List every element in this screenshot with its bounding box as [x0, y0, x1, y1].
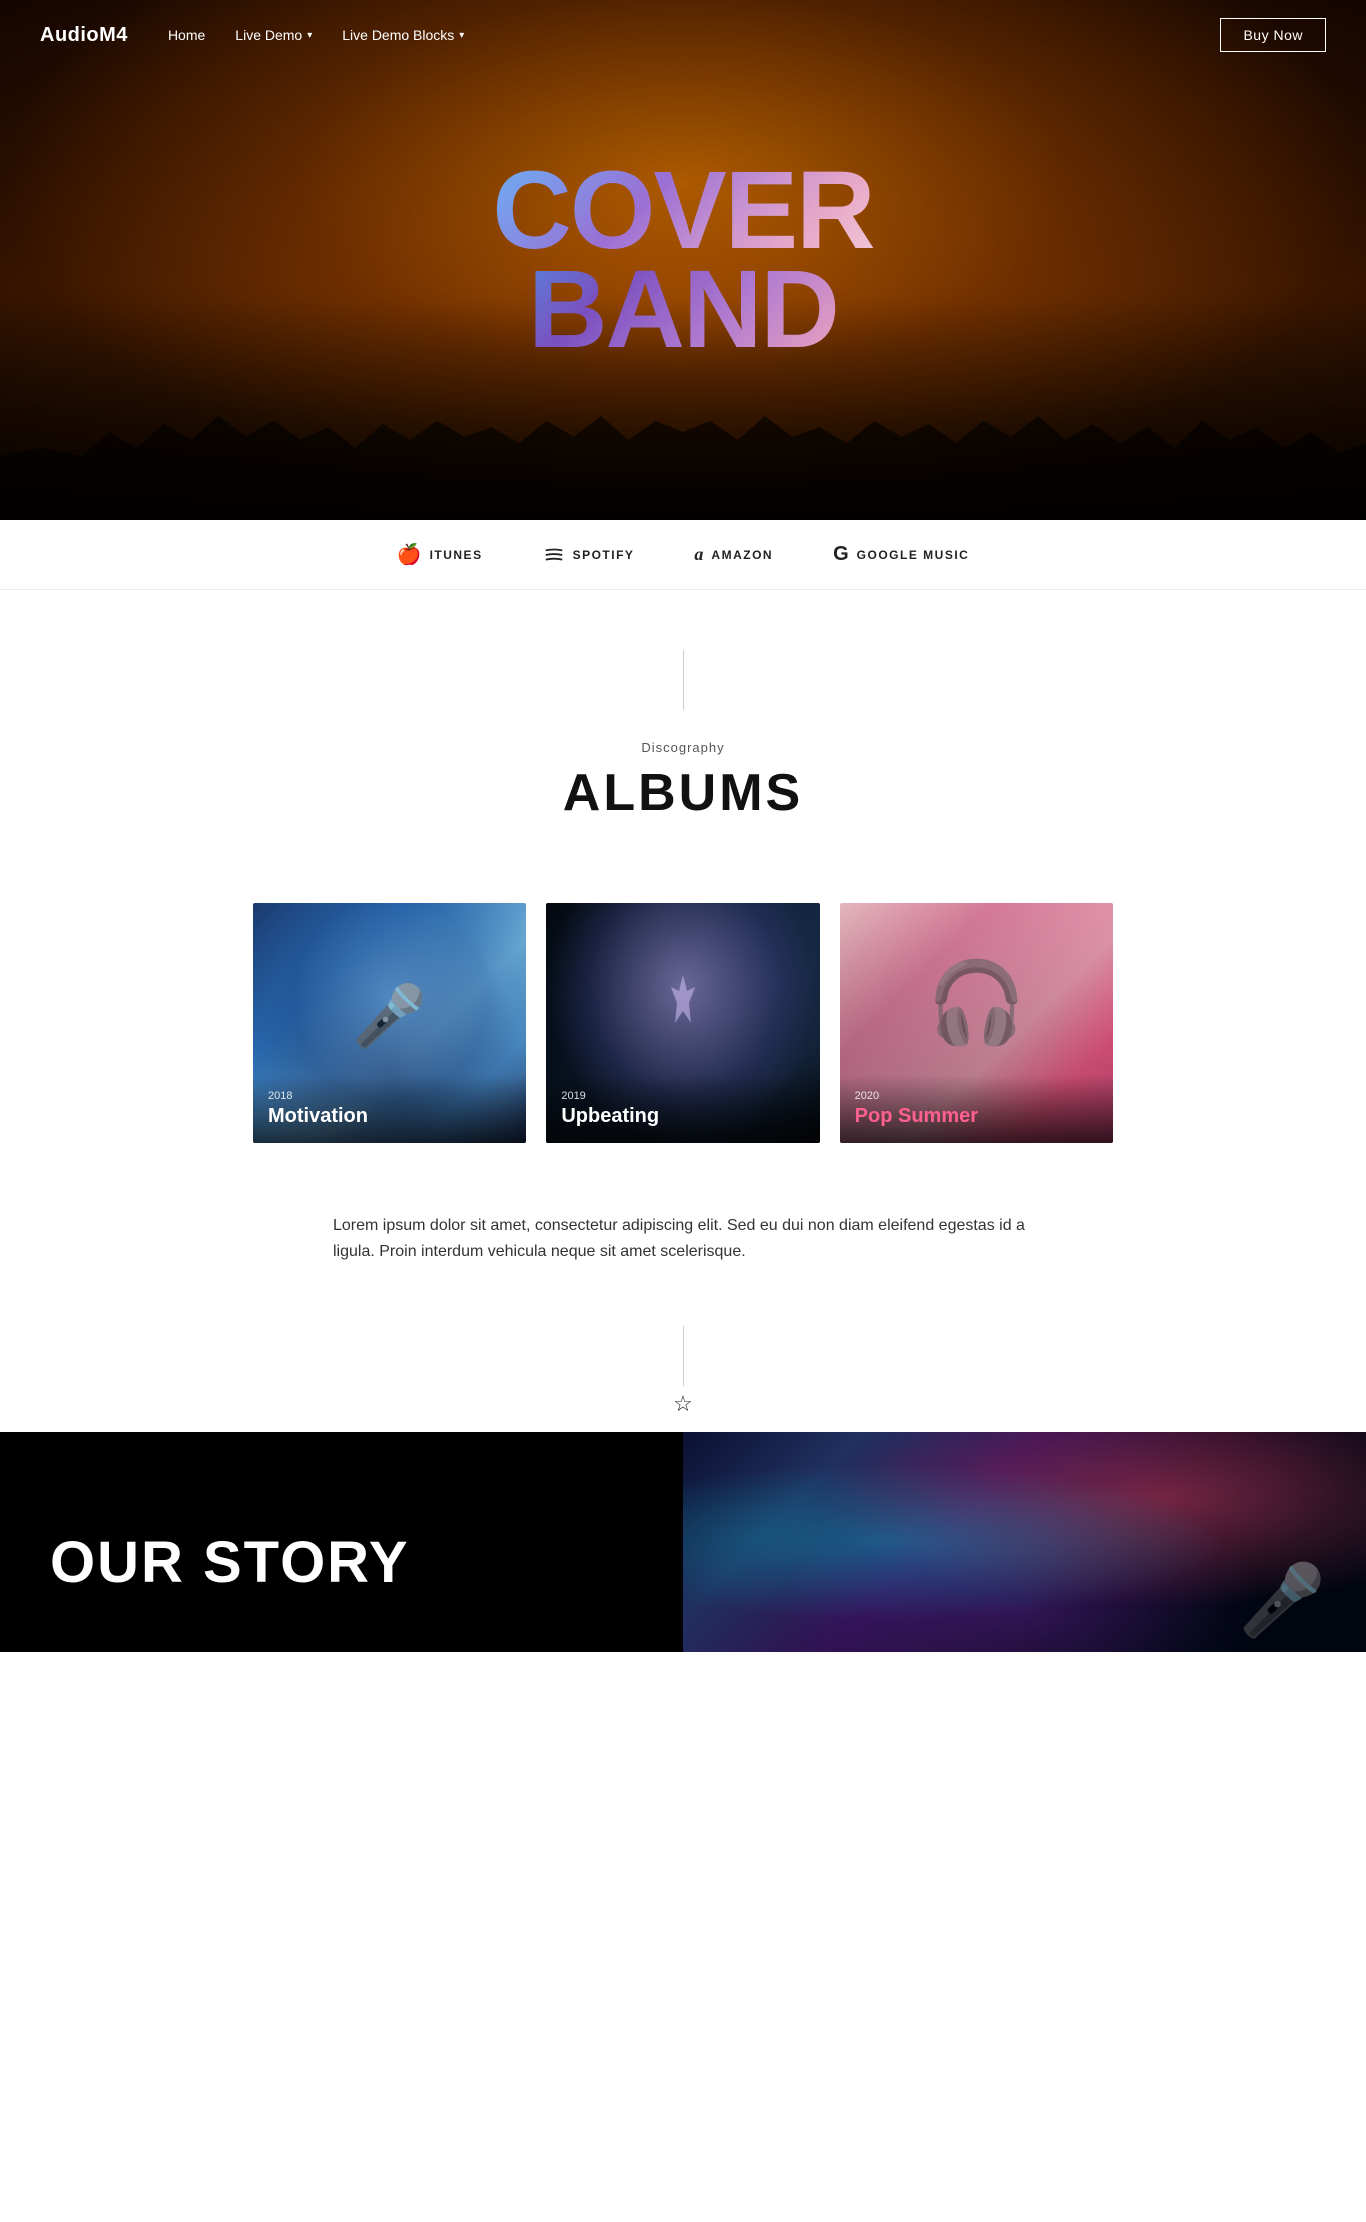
album-card-pop-summer[interactable]: 🎧 2020 Pop Summer	[840, 903, 1113, 1143]
nav-link-home[interactable]: Home	[168, 27, 205, 43]
platform-spotify[interactable]: SPOTIFY	[543, 544, 635, 566]
section-divider-top	[293, 650, 1073, 710]
album-name-3: Pop Summer	[855, 1105, 1098, 1128]
apple-icon: 🍎	[397, 542, 422, 567]
hero-title-line2: BAND	[492, 260, 873, 359]
description-text: Lorem ipsum dolor sit amet, consectetur …	[333, 1213, 1033, 1266]
album-name-1: Motivation	[268, 1105, 511, 1128]
buy-now-button[interactable]: Buy Now	[1220, 18, 1326, 52]
platforms-bar: 🍎 ITUNES SPOTIFY a AMAZON G GOOGLE MUSIC	[0, 520, 1366, 590]
album-year-3: 2020	[855, 1090, 1098, 1102]
album-year-1: 2018	[268, 1090, 511, 1102]
google-icon: G	[833, 543, 849, 566]
discography-section: Discography ALBUMS 2018 Motivation 2019 …	[0, 590, 1366, 1432]
album-year-2: 2019	[561, 1090, 804, 1102]
discography-subtitle: Discography	[293, 740, 1073, 755]
nav-links: Home Live Demo ▾ Live Demo Blocks ▾	[168, 27, 1221, 43]
our-story-left: OUR STORY	[0, 1432, 683, 1652]
platform-amazon[interactable]: a AMAZON	[694, 544, 773, 565]
chevron-down-icon: ▾	[459, 30, 464, 41]
discography-title: ALBUMS	[293, 763, 1073, 823]
our-story-right	[683, 1432, 1366, 1652]
description-section: Lorem ipsum dolor sit amet, consectetur …	[293, 1193, 1073, 1306]
amazon-icon: a	[694, 544, 703, 565]
nav-link-live-demo-blocks[interactable]: Live Demo Blocks ▾	[342, 27, 464, 43]
navigation: AudioM4 Home Live Demo ▾ Live Demo Block…	[0, 0, 1366, 70]
our-story-section: OUR STORY	[0, 1432, 1366, 1652]
nav-link-live-demo[interactable]: Live Demo ▾	[235, 27, 312, 43]
platform-itunes-label: ITUNES	[430, 548, 483, 562]
nav-logo[interactable]: AudioM4	[40, 24, 128, 47]
divider-line	[683, 650, 684, 710]
platform-itunes[interactable]: 🍎 ITUNES	[397, 542, 483, 567]
platform-amazon-label: AMAZON	[711, 548, 773, 562]
our-story-title: OUR STORY	[50, 1534, 633, 1592]
star-icon: ☆	[673, 1391, 693, 1417]
hero-section: COVER BAND	[0, 0, 1366, 520]
discography-container: Discography ALBUMS	[253, 590, 1113, 903]
spotify-icon	[543, 544, 565, 566]
platform-spotify-label: SPOTIFY	[573, 548, 635, 562]
platform-google-music[interactable]: G GOOGLE MUSIC	[833, 543, 969, 566]
hero-title-line1: COVER	[492, 161, 873, 260]
mid-divider-line	[683, 1326, 684, 1386]
albums-grid: 2018 Motivation 2019 Upbeating 🎧 2020 Po…	[253, 903, 1113, 1143]
hero-title: COVER BAND	[492, 161, 873, 359]
album-info-1: 2018 Motivation	[253, 1075, 526, 1143]
album-card-upbeating[interactable]: 2019 Upbeating	[546, 903, 819, 1143]
album-info-2: 2019 Upbeating	[546, 1075, 819, 1143]
album-name-2: Upbeating	[561, 1105, 804, 1128]
album-card-motivation[interactable]: 2018 Motivation	[253, 903, 526, 1143]
mid-divider: ☆	[0, 1306, 1366, 1432]
headphone-person-icon: 🎧	[840, 903, 1113, 1103]
album-info-3: 2020 Pop Summer	[840, 1075, 1113, 1143]
chevron-down-icon: ▾	[307, 30, 312, 41]
platform-google-music-label: GOOGLE MUSIC	[857, 548, 970, 562]
